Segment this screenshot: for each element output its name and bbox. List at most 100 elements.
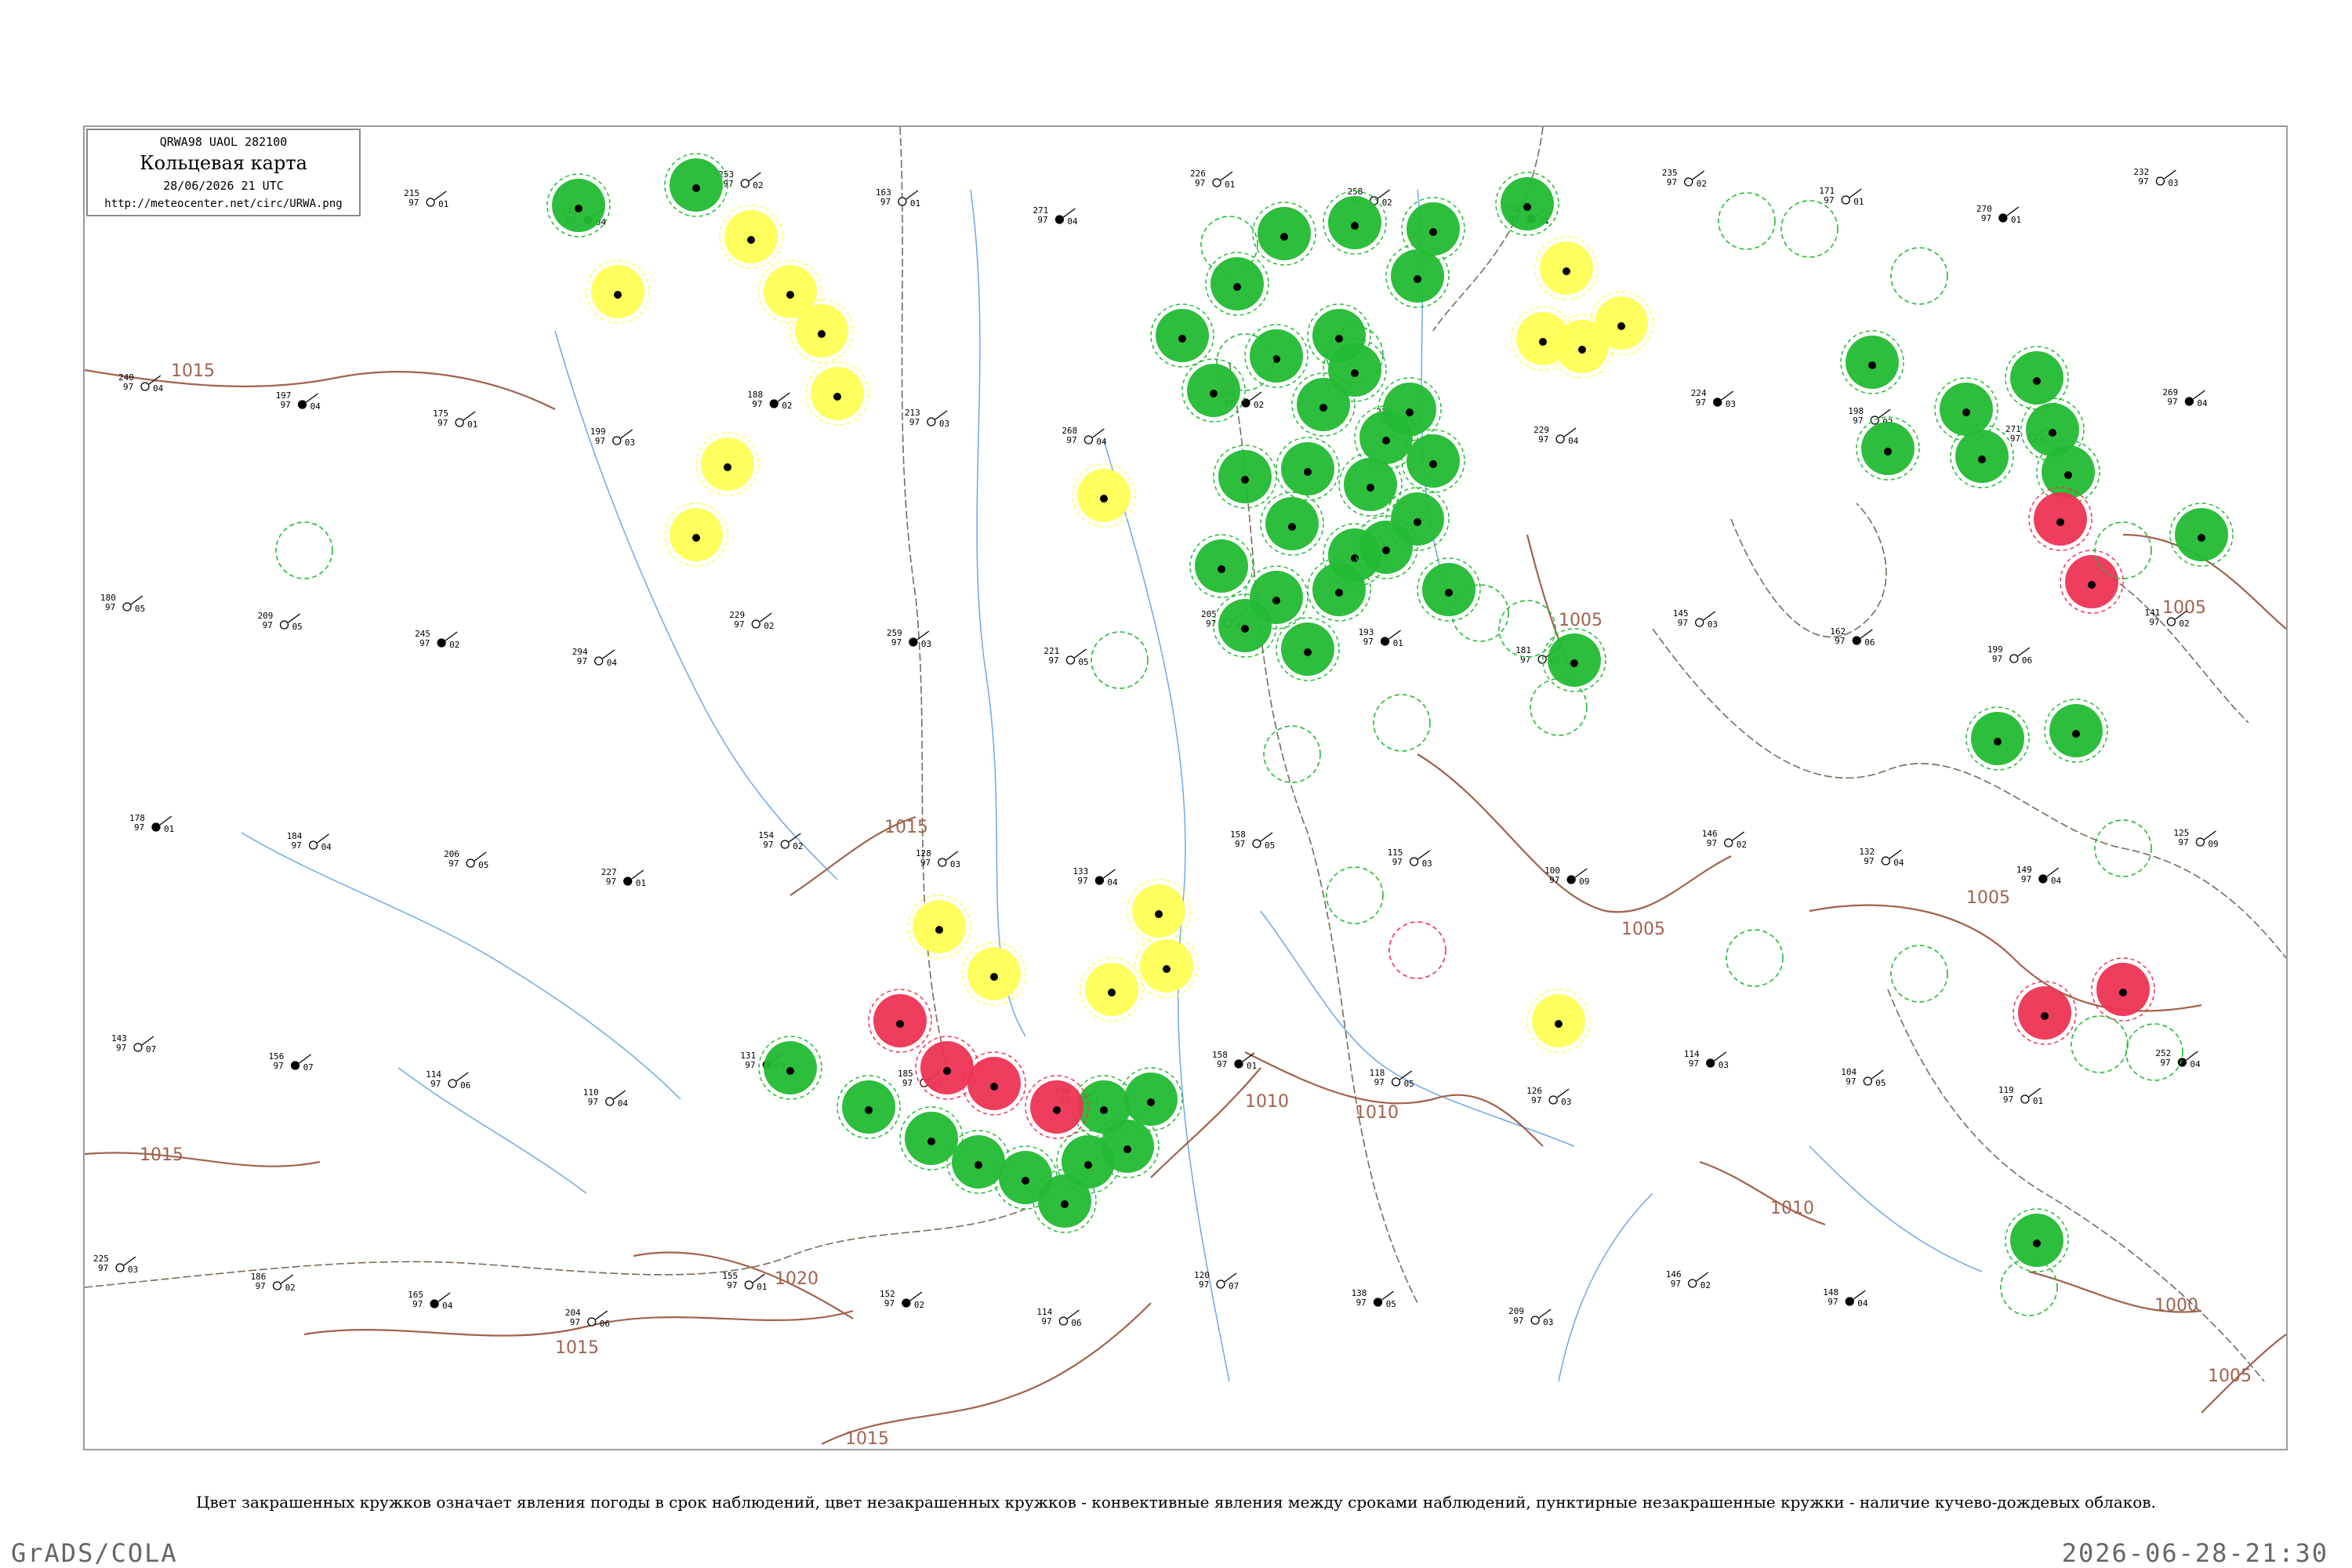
convective-ring-green[interactable] (1263, 725, 1321, 783)
phenomenon-yellow[interactable] (1127, 879, 1191, 943)
station-plot[interactable]: 16297 06 (1830, 626, 1875, 648)
convective-ring-green[interactable] (1718, 192, 1776, 250)
phenomenon-green[interactable] (2044, 699, 2108, 763)
station-plot[interactable]: 26997 04 (2162, 387, 2208, 408)
phenomenon-yellow[interactable] (1526, 989, 1591, 1053)
phenomenon-green[interactable] (1840, 330, 1904, 394)
phenomenon-green[interactable] (1856, 416, 1920, 481)
convective-ring-green[interactable] (1091, 631, 1149, 689)
phenomenon-green[interactable] (1213, 445, 1277, 509)
phenomenon-green[interactable] (1338, 452, 1403, 517)
station-plot[interactable]: 17197 01 (1819, 186, 1864, 207)
phenomenon-yellow[interactable] (962, 942, 1026, 1006)
station-plot[interactable]: 22797 01 (601, 867, 646, 888)
phenomenon-yellow[interactable] (664, 503, 728, 567)
convective-ring-green[interactable] (2000, 1258, 2058, 1316)
phenomenon-red[interactable] (2060, 550, 2124, 614)
phenomenon-red[interactable] (2091, 957, 2155, 1022)
phenomenon-green[interactable] (1377, 377, 1442, 441)
station-plot[interactable]: 10097 09 (1544, 866, 1589, 887)
phenomenon-green[interactable] (1276, 617, 1340, 681)
phenomenon-green[interactable] (1323, 191, 1387, 255)
phenomenon-green[interactable] (1150, 303, 1214, 368)
station-plot[interactable]: 14897 04 (1823, 1287, 1868, 1308)
station-plot[interactable]: 14597 03 (1673, 608, 1718, 630)
convective-ring-green[interactable] (1726, 929, 1784, 987)
phenomenon-yellow[interactable] (907, 895, 971, 959)
station-plot[interactable]: 13397 04 (1073, 866, 1118, 887)
station-plot[interactable]: 23597 02 (1662, 168, 1707, 189)
station-plot[interactable]: 19997 03 (590, 426, 635, 448)
convective-ring-red[interactable] (1388, 921, 1446, 979)
convective-ring-green[interactable] (1890, 247, 1948, 305)
phenomenon-red[interactable] (868, 989, 932, 1053)
phenomenon-green[interactable] (1213, 593, 1277, 658)
station-plot[interactable]: 22997 02 (729, 610, 774, 631)
phenomenon-yellow[interactable] (1072, 463, 1136, 528)
station-plot[interactable]: 15697 07 (269, 1051, 314, 1073)
station-plot[interactable]: 25997 03 (887, 628, 931, 649)
station-plot[interactable]: 18697 02 (251, 1272, 296, 1293)
station-plot[interactable]: 11497 03 (1684, 1049, 1729, 1070)
station-plot[interactable]: 13297 04 (1859, 847, 1904, 868)
phenomenon-green[interactable] (1189, 534, 1254, 598)
station-plot[interactable]: 29497 04 (572, 647, 618, 668)
station-plot[interactable]: 10497 05 (1841, 1067, 1886, 1088)
phenomenon-green[interactable] (1260, 492, 1324, 556)
convective-ring-green[interactable] (1373, 694, 1431, 752)
phenomenon-green[interactable] (837, 1075, 901, 1139)
station-plot[interactable]: 11497 06 (1036, 1307, 1081, 1328)
phenomenon-yellow[interactable] (695, 432, 760, 496)
phenomenon-green[interactable] (1205, 252, 1269, 316)
phenomenon-red[interactable] (1025, 1075, 1089, 1139)
convective-ring-green[interactable] (1890, 945, 1948, 1003)
phenomenon-yellow[interactable] (789, 299, 854, 363)
phenomenon-yellow[interactable] (1080, 957, 1144, 1022)
phenomenon-green[interactable] (1276, 437, 1340, 501)
phenomenon-green[interactable] (1033, 1169, 1097, 1233)
station-plot[interactable]: 24597 02 (415, 629, 459, 650)
station-plot[interactable]: 18897 02 (747, 390, 792, 411)
station-plot[interactable]: 12697 03 (1526, 1086, 1571, 1107)
station-plot[interactable]: 19997 06 (1987, 644, 2032, 666)
phenomenon-green[interactable] (664, 153, 728, 217)
station-plot[interactable]: 15597 01 (722, 1271, 767, 1292)
station-plot[interactable]: 16597 04 (408, 1290, 453, 1311)
station-plot[interactable]: 15497 02 (758, 830, 803, 851)
convective-ring-green[interactable] (275, 521, 333, 579)
station-plot[interactable]: 20997 05 (258, 611, 303, 632)
phenomenon-green[interactable] (1401, 429, 1465, 493)
phenomenon-green[interactable] (1354, 515, 1418, 579)
phenomenon-green[interactable] (2169, 503, 2234, 567)
station-plot[interactable]: 14997 04 (2016, 865, 2062, 886)
station-plot[interactable]: 22497 03 (1691, 388, 1736, 409)
phenomenon-red[interactable] (2013, 981, 2077, 1045)
station-plot[interactable]: 15897 05 (1230, 829, 1275, 851)
phenomenon-red[interactable] (2028, 487, 2092, 551)
station-plot[interactable]: 13897 05 (1352, 1288, 1396, 1309)
station-plot[interactable]: 27097 01 (1976, 204, 2021, 225)
source-url[interactable]: http://meteocenter.net/circ/URWA.png (88, 198, 359, 210)
phenomenon-green[interactable] (1965, 706, 2030, 771)
station-plot[interactable]: 25297 04 (2155, 1048, 2201, 1069)
station-plot[interactable]: 12897 03 (916, 848, 960, 869)
station-plot[interactable]: 14697 02 (1666, 1269, 1711, 1290)
phenomenon-red[interactable] (962, 1051, 1026, 1116)
phenomenon-green[interactable] (1307, 557, 1371, 622)
station-plot[interactable]: 22597 03 (93, 1254, 138, 1275)
phenomenon-green[interactable] (2005, 346, 2069, 410)
station-plot[interactable]: 26897 04 (1062, 426, 1107, 447)
station-plot[interactable]: 22997 04 (1534, 425, 1579, 446)
station-plot[interactable]: 15897 01 (1212, 1050, 1257, 1071)
station-plot[interactable]: 14697 02 (1702, 829, 1747, 850)
phenomenon-green[interactable] (1950, 424, 2014, 488)
convective-ring-green[interactable] (2094, 521, 2152, 579)
station-plot[interactable]: 22197 05 (1044, 646, 1088, 667)
phenomenon-yellow[interactable] (1589, 291, 1653, 355)
station-plot[interactable]: 11997 01 (1998, 1085, 2043, 1106)
phenomenon-green[interactable] (1542, 628, 1606, 692)
station-plot[interactable]: 11097 04 (583, 1087, 629, 1109)
phenomenon-yellow[interactable] (805, 361, 869, 426)
phenomenon-green[interactable] (1495, 172, 1559, 236)
phenomenon-yellow[interactable] (719, 205, 783, 269)
